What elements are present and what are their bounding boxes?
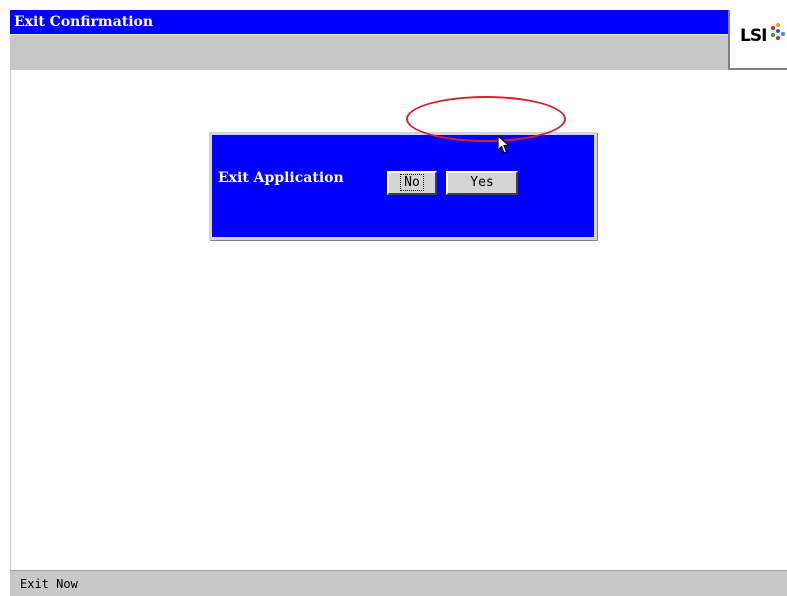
exit-dialog: Exit Application No Yes bbox=[209, 132, 597, 240]
title-bar: Exit Confirmation bbox=[10, 10, 728, 34]
lsi-logo-mark-icon bbox=[770, 22, 786, 52]
status-bar: Exit Now bbox=[10, 570, 787, 596]
mouse-pointer-icon bbox=[497, 135, 511, 159]
yes-button-label: Yes bbox=[470, 175, 494, 190]
screen: Exit Confirmation LSI Exit Application N… bbox=[10, 10, 787, 596]
dialog-label: Exit Application bbox=[218, 170, 344, 186]
yes-button[interactable]: Yes bbox=[446, 171, 518, 195]
toolbar bbox=[10, 34, 728, 70]
logo-text: LSI bbox=[740, 26, 767, 46]
no-button[interactable]: No bbox=[387, 171, 437, 195]
lsi-logo: LSI bbox=[728, 10, 787, 70]
main-area: Exit Application No Yes bbox=[10, 70, 787, 570]
window-title: Exit Confirmation bbox=[14, 14, 154, 30]
status-text: Exit Now bbox=[20, 577, 78, 591]
no-button-label: No bbox=[400, 174, 424, 191]
